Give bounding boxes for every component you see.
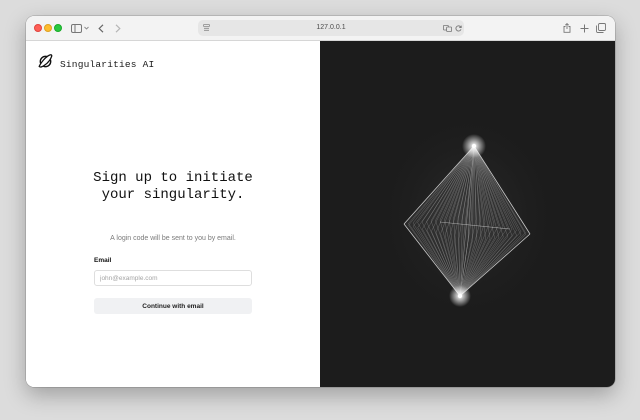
reload-icon[interactable]	[454, 23, 462, 33]
address-bar[interactable]: 127.0.0.1	[198, 20, 464, 36]
email-label: Email	[94, 257, 112, 264]
minimize-window-button[interactable]	[44, 24, 52, 32]
sidebar-toggle-icon[interactable]	[70, 21, 82, 35]
translate-icon[interactable]	[443, 23, 452, 33]
headline-line-1: Sign up to initiate	[93, 170, 253, 186]
chevron-down-icon[interactable]	[83, 21, 89, 35]
brand[interactable]: Singularities AI	[38, 54, 154, 74]
back-button[interactable]	[97, 21, 105, 35]
login-code-hint: A login code will be sent to you by emai…	[110, 235, 236, 242]
page-title: Sign up to initiate your singularity.	[26, 170, 320, 204]
continue-with-email-button[interactable]: Continue with email	[94, 298, 252, 314]
signup-panel: Singularities AI Sign up to initiate you…	[26, 41, 320, 387]
headline-line-2: your singularity.	[101, 187, 245, 203]
new-tab-icon[interactable]	[579, 21, 589, 35]
tab-overview-icon[interactable]	[595, 21, 606, 35]
planet-ring-icon	[38, 54, 53, 74]
email-field[interactable]	[94, 270, 252, 286]
browser-toolbar: 127.0.0.1	[26, 16, 615, 41]
browser-window: 127.0.0.1 Singularities AI Sign up to in…	[26, 16, 615, 387]
share-icon[interactable]	[562, 21, 572, 35]
brand-name: Singularities AI	[60, 58, 155, 70]
zoom-window-button[interactable]	[54, 24, 62, 32]
forward-button[interactable]	[114, 21, 122, 35]
octahedron-illustration	[373, 106, 563, 326]
url-text: 127.0.0.1	[316, 24, 346, 31]
singularity-art-panel	[320, 41, 615, 387]
close-window-button[interactable]	[34, 24, 42, 32]
